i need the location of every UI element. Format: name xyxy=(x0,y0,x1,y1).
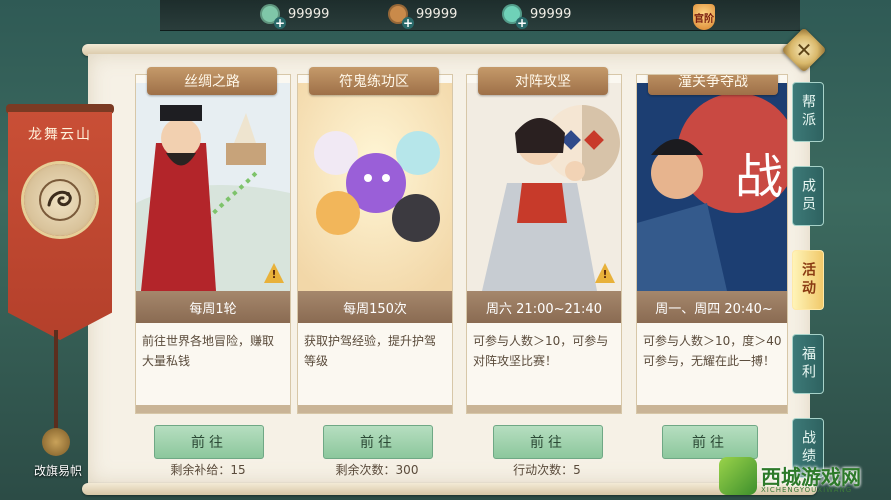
tab-welfare[interactable]: 福利 xyxy=(792,334,824,394)
change-flag-button[interactable]: 改旗易帜 xyxy=(18,462,98,479)
banner-knot-icon xyxy=(42,428,70,456)
activity-card-tongguan: 潼关争夺战 战 周一、周四 20:40~ 可参与人数＞10，度＞40可参与，无耀… xyxy=(636,74,788,414)
resource-value: 99999 xyxy=(530,6,572,22)
tab-members[interactable]: 成员 xyxy=(792,166,824,226)
attempts-remaining: 剩余次数：300 xyxy=(335,463,419,477)
card-title: 对阵攻坚 xyxy=(478,67,608,95)
card-title: 符鬼练功区 xyxy=(309,67,439,95)
supply-remaining: 剩余补给：15 xyxy=(170,463,246,477)
tab-guild[interactable]: 帮派 xyxy=(792,82,824,142)
resource-copper[interactable]: 99999 xyxy=(388,2,458,29)
banner-pole xyxy=(54,330,58,440)
goto-talisman-button[interactable]: 前往 xyxy=(323,425,433,459)
card-description: 前往世界各地冒险，赚取大量私钱 xyxy=(142,334,275,368)
resource-value: 99999 xyxy=(416,6,458,22)
goto-tongguan-button[interactable]: 前往 xyxy=(662,425,758,459)
resource-jade[interactable]: 99999 xyxy=(260,2,330,29)
card-description: 获取护驾经验，提升护驾等级 xyxy=(304,334,437,368)
activity-card-siege: 对阵攻坚 ! 周六 21:00~21:40 可参与人数＞10，可参与对阵攻坚比赛… xyxy=(466,67,622,414)
scroll-bottom-rod xyxy=(82,483,817,495)
card-footer xyxy=(298,405,452,413)
card-footer xyxy=(136,405,290,413)
card-frequency: 周一、周四 20:40~ xyxy=(637,291,787,323)
close-icon: ✕ xyxy=(795,38,813,62)
card-frequency: 周六 21:00~21:40 xyxy=(467,291,621,323)
watermark-subtext: XICHENGYOUXIWANG xyxy=(761,486,853,494)
activity-card-silk-road: 丝绸之路 ! 每周1轮 前往世界各地冒险，赚取大量私钱 xyxy=(135,67,291,414)
watermark-logo-icon xyxy=(719,457,757,495)
resource-value: 99999 xyxy=(288,6,330,22)
goto-siege-button[interactable]: 前往 xyxy=(493,425,603,459)
action-count: 行动次数：5 xyxy=(513,463,581,477)
close-button[interactable]: ✕ xyxy=(781,27,827,73)
watermark: 西城游戏网 XICHENGYOUXIWANG xyxy=(715,455,890,500)
goto-silk-road-button[interactable]: 前往 xyxy=(154,425,264,459)
card-frequency: 每周1轮 xyxy=(136,291,290,323)
dragon-emblem-icon xyxy=(24,164,96,236)
card-footer xyxy=(637,405,787,413)
jade-ring-icon xyxy=(502,4,528,29)
guild-name: 龙舞云山 xyxy=(28,127,92,143)
resource-ring[interactable]: 99999 xyxy=(502,2,572,29)
tab-activities[interactable]: 活动 xyxy=(792,250,824,310)
card-title: 潼关争夺战 xyxy=(648,75,778,95)
siege-art xyxy=(467,83,621,291)
rank-badge-icon[interactable]: 官阶 xyxy=(693,4,715,30)
guild-banner: 龙舞云山 xyxy=(6,104,114,340)
card-footer xyxy=(467,405,621,413)
tongguan-art: 战 xyxy=(637,83,787,291)
card-frequency: 每周150次 xyxy=(298,291,452,323)
card-description: 可参与人数＞10，可参与对阵攻坚比赛！ xyxy=(473,334,609,368)
silk-road-art xyxy=(136,83,290,291)
talisman-art xyxy=(298,83,452,291)
jade-coin-icon xyxy=(260,4,286,29)
activity-card-talisman: 符鬼练功区 每周150次 获取护驾经验，提升护驾等级 xyxy=(297,67,453,414)
copper-coin-icon xyxy=(388,4,414,29)
card-title: 丝绸之路 xyxy=(147,67,277,95)
card-description: 可参与人数＞10，度＞40可参与，无耀在此一搏！ xyxy=(643,334,782,368)
war-glyph: 战 xyxy=(735,149,783,205)
